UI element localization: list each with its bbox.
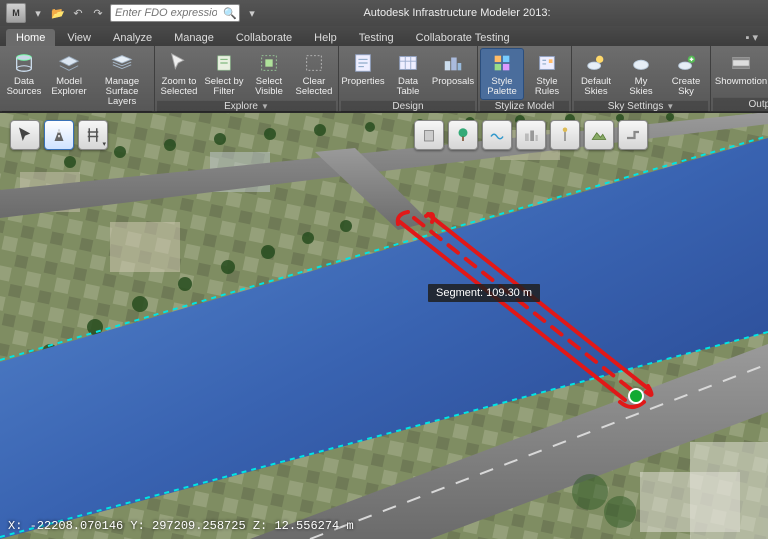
tab-analyze[interactable]: Analyze: [103, 29, 162, 46]
city-tool-button[interactable]: [516, 120, 546, 150]
select-by-filter-button[interactable]: Select by Filter: [202, 48, 246, 100]
cloud-sun-icon: [583, 51, 609, 75]
viewport-3d[interactable]: ▾ Segment: 109.30 m X: -22208.070146 Y: …: [0, 112, 768, 539]
water-tool-button[interactable]: [482, 120, 512, 150]
tab-manage[interactable]: Manage: [164, 29, 224, 46]
building-tool-button[interactable]: [414, 120, 444, 150]
road-tool-button[interactable]: ▾: [44, 120, 74, 150]
viewport-right-toolbar: [414, 120, 648, 150]
chevron-down-icon[interactable]: ▾: [30, 5, 46, 21]
tab-testing[interactable]: Testing: [349, 29, 404, 46]
tab-view[interactable]: View: [57, 29, 101, 46]
showmotion-button[interactable]: Showmotion: [713, 48, 768, 90]
segment-tooltip-label: Segment:: [436, 287, 483, 299]
chevron-down-icon: ▼: [666, 102, 674, 111]
surface-layers-icon: [109, 51, 135, 75]
terrain-tool-button[interactable]: [584, 120, 614, 150]
cloud-icon: [628, 51, 654, 75]
style-rules-button[interactable]: Style Rules: [525, 48, 569, 100]
panel-sky: Default Skies My Skies Create Sky Sky Se…: [572, 46, 711, 111]
open-icon[interactable]: 📂: [50, 5, 66, 21]
quick-access-toolbar: M ▾ 📂 ↶ ↷ 🔍 ▾: [0, 3, 266, 23]
fdo-expression-input[interactable]: [111, 7, 221, 19]
coordinate-readout: X: -22208.070146 Y: 297209.258725 Z: 12.…: [8, 519, 354, 533]
cursor-icon: [166, 51, 192, 75]
title-bar: M ▾ 📂 ↶ ↷ 🔍 ▾ Autodesk Infrastructure Mo…: [0, 0, 768, 26]
create-sky-button[interactable]: Create Sky: [664, 48, 708, 100]
tab-collaborate-testing[interactable]: Collaborate Testing: [406, 29, 520, 46]
proposals-button[interactable]: Proposals: [431, 48, 475, 90]
undo-icon[interactable]: ↶: [70, 5, 86, 21]
database-icon: [11, 51, 37, 75]
panel-stylize: Style Palette Style Rules Stylize Model: [478, 46, 572, 111]
fdo-expression-box[interactable]: 🔍: [110, 4, 240, 22]
viewport-left-toolbar: ▾: [10, 120, 108, 150]
panel-label-explore[interactable]: Explore▼: [157, 100, 336, 112]
segment-tooltip: Segment: 109.30 m: [428, 284, 540, 302]
rules-icon: [534, 51, 560, 75]
style-palette-button[interactable]: Style Palette: [480, 48, 524, 100]
panel-label-output: Output: [713, 97, 768, 111]
film-icon: [728, 51, 754, 75]
tab-help[interactable]: Help: [304, 29, 347, 46]
chevron-down-icon: ▾: [102, 140, 106, 148]
table-icon: [395, 51, 421, 75]
tab-collaborate[interactable]: Collaborate: [226, 29, 302, 46]
chevron-down-icon: ▼: [261, 102, 269, 111]
my-skies-button[interactable]: My Skies: [619, 48, 663, 100]
panel-label-design: Design: [341, 100, 475, 112]
panel-import: Data Sources Model Explorer Manage Surfa…: [0, 46, 155, 111]
clear-selected-button[interactable]: Clear Selected: [292, 48, 336, 100]
model-explorer-button[interactable]: Model Explorer: [47, 48, 91, 100]
palette-icon: [489, 51, 515, 75]
search-icon[interactable]: 🔍: [221, 7, 239, 20]
select-visible-icon: [256, 51, 282, 75]
tree-tool-button[interactable]: [448, 120, 478, 150]
window-title: Autodesk Infrastructure Modeler 2013:: [266, 7, 648, 19]
panel-label-sky[interactable]: Sky Settings▼: [574, 100, 708, 112]
cloud-add-icon: [673, 51, 699, 75]
properties-icon: [350, 51, 376, 75]
tab-home[interactable]: Home: [6, 29, 55, 46]
qat-dropdown-icon[interactable]: ▾: [244, 5, 260, 21]
scene-canvas: [0, 112, 768, 539]
redo-icon[interactable]: ↷: [90, 5, 106, 21]
surface-layers-button[interactable]: Manage Surface Layers: [92, 48, 152, 110]
default-skies-button[interactable]: Default Skies: [574, 48, 618, 100]
zoom-to-selected-button[interactable]: Zoom to Selected: [157, 48, 201, 100]
pipeline-tool-button[interactable]: [618, 120, 648, 150]
properties-button[interactable]: Properties: [341, 48, 385, 90]
clear-icon: [301, 51, 327, 75]
panel-label-stylize: Stylize Model: [480, 100, 569, 112]
panel-output: Showmotion Snapshot Output: [711, 46, 768, 111]
data-sources-button[interactable]: Data Sources: [2, 48, 46, 100]
segment-tooltip-value: 109.30 m: [486, 287, 532, 299]
panel-design: Properties Data Table Proposals Design: [339, 46, 478, 111]
ribbon-collapse-icon[interactable]: ▪ ▾: [742, 29, 762, 46]
data-table-button[interactable]: Data Table: [386, 48, 430, 100]
select-visible-button[interactable]: Select Visible: [247, 48, 291, 100]
filter-icon: [211, 51, 237, 75]
layers-icon: [56, 51, 82, 75]
app-logo[interactable]: M: [6, 3, 26, 23]
select-tool-button[interactable]: [10, 120, 40, 150]
ribbon: Data Sources Model Explorer Manage Surfa…: [0, 46, 768, 112]
panel-explore: Zoom to Selected Select by Filter Select…: [155, 46, 339, 111]
furniture-tool-button[interactable]: [550, 120, 580, 150]
ribbon-tabs: Home View Analyze Manage Collaborate Hel…: [0, 26, 768, 46]
proposals-icon: [440, 51, 466, 75]
